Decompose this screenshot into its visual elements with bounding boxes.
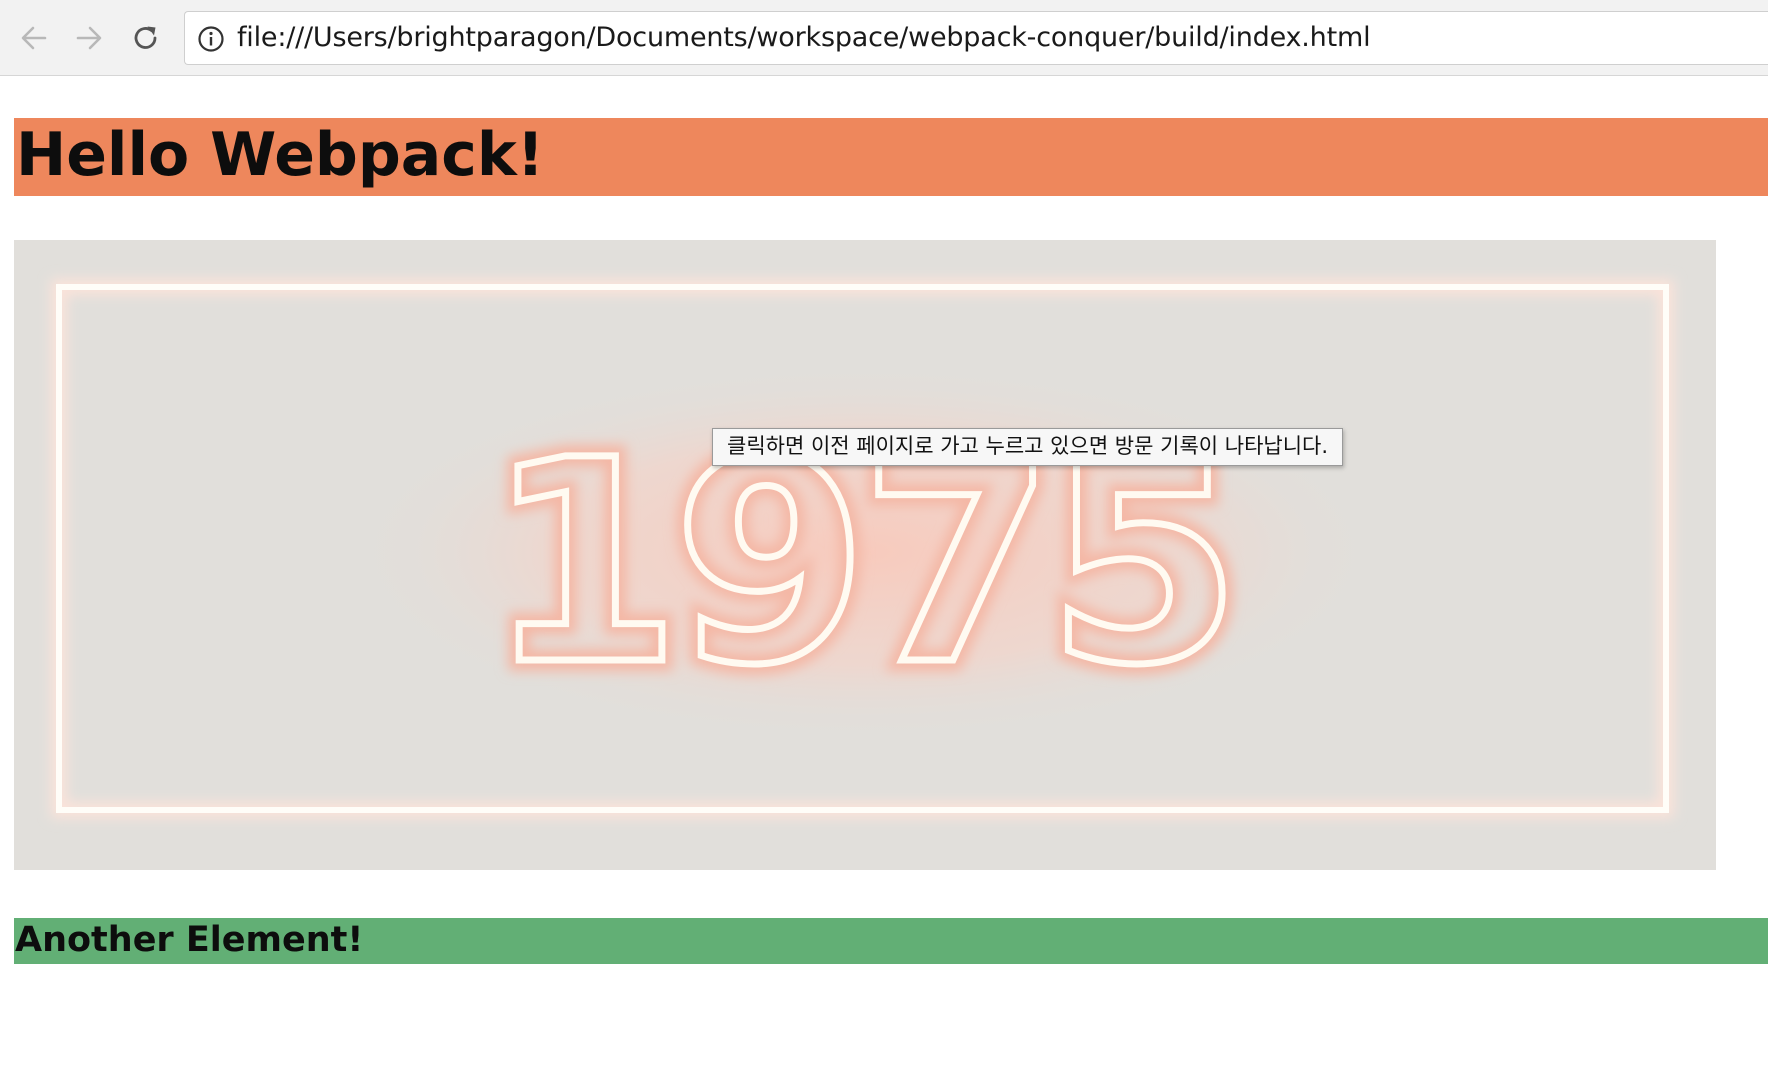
arrow-right-icon (76, 26, 102, 50)
page-title: Hello Webpack! (14, 118, 1768, 196)
reload-button[interactable] (126, 18, 166, 58)
info-icon[interactable] (197, 25, 225, 53)
another-element-heading: Another Element! (14, 918, 1768, 964)
arrow-left-icon (21, 26, 47, 50)
address-bar[interactable]: file:///Users/brightparagon/Documents/wo… (184, 11, 1768, 65)
url-text[interactable]: file:///Users/brightparagon/Documents/wo… (237, 12, 1371, 64)
page-content: Hello Webpack! 1975 1975 Another Element… (0, 76, 1768, 1088)
reload-icon (134, 26, 157, 49)
neon-sign-image: 1975 1975 (14, 240, 1716, 870)
neon-sign-graphic: 1975 1975 (51, 279, 1674, 818)
back-button-tooltip: 클릭하면 이전 페이지로 가고 누르고 있으면 방문 기록이 나타납니다. (712, 428, 1344, 466)
browser-toolbar: file:///Users/brightparagon/Documents/wo… (0, 0, 1768, 76)
forward-button[interactable] (69, 18, 109, 58)
back-button[interactable] (14, 18, 54, 58)
